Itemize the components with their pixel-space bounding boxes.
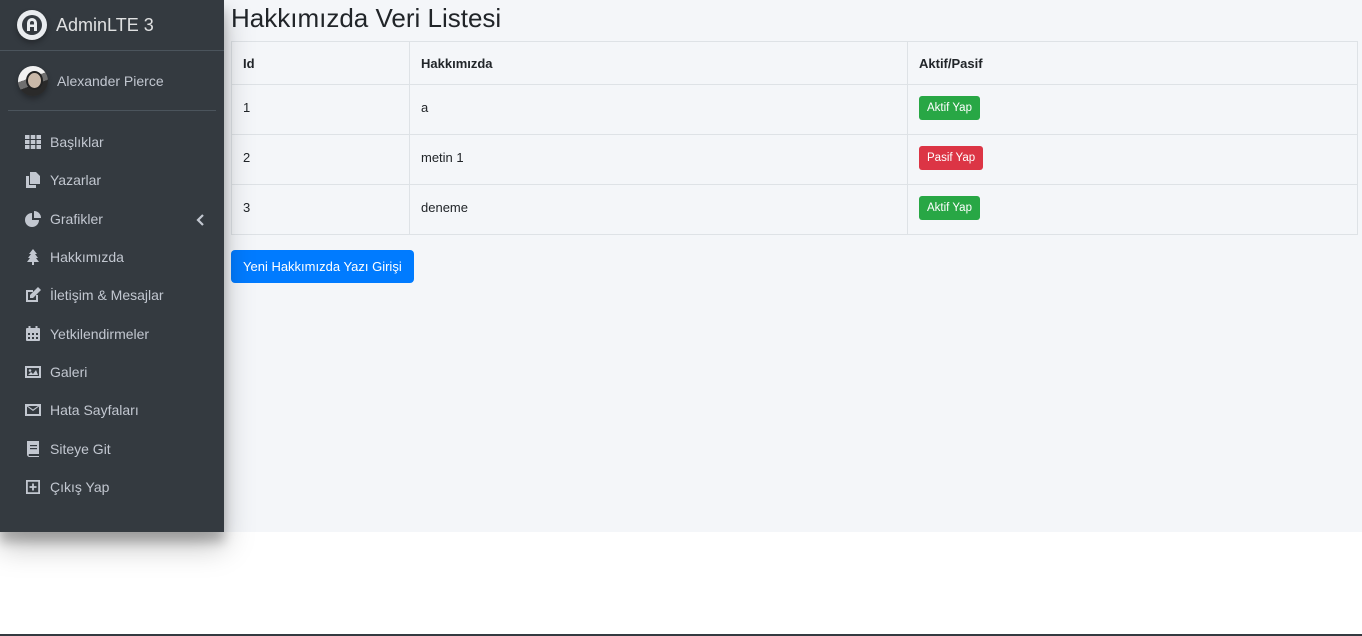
column-header-hakkimizda: Hakkımızda xyxy=(409,41,908,85)
sidebar-item-label: Galeri xyxy=(50,363,88,380)
plus-square-icon xyxy=(24,478,42,496)
envelope-icon xyxy=(24,401,42,419)
table-row: 2 metin 1 Pasif Yap xyxy=(231,134,1358,185)
sidebar-menu: Başlıklar Yazarlar Grafikler Hakkımızda … xyxy=(0,123,224,506)
page-title: Hakkımızda Veri Listesi xyxy=(231,3,502,33)
sidebar-item-cikis-yap[interactable]: Çıkış Yap xyxy=(8,468,216,506)
table-row: 1 a Aktif Yap xyxy=(231,84,1358,135)
cell-id: 1 xyxy=(231,84,410,135)
new-about-entry-button[interactable]: Yeni Hakkımızda Yazı Girişi xyxy=(231,250,414,283)
cell-id: 3 xyxy=(231,184,410,235)
cell-action: Pasif Yap xyxy=(907,134,1358,185)
sidebar-item-siteye-git[interactable]: Siteye Git xyxy=(8,429,216,467)
main-sidebar: AdminLTE 3 Alexander Pierce Başlıklar Ya… xyxy=(0,0,224,532)
user-name[interactable]: Alexander Pierce xyxy=(57,73,164,89)
user-panel[interactable]: Alexander Pierce xyxy=(8,51,216,111)
book-icon xyxy=(24,440,42,458)
cell-id: 2 xyxy=(231,134,410,185)
aktif-yap-button[interactable]: Aktif Yap xyxy=(919,96,980,120)
cell-text: deneme xyxy=(409,184,908,235)
column-header-id: Id xyxy=(231,41,410,85)
sidebar-item-galeri[interactable]: Galeri xyxy=(8,353,216,391)
about-table: Id Hakkımızda Aktif/Pasif 1 a Aktif Yap … xyxy=(231,41,1358,235)
sidebar-item-yetkilendirmeler[interactable]: Yetkilendirmeler xyxy=(8,314,216,352)
table-row: 3 deneme Aktif Yap xyxy=(231,184,1358,235)
cell-text: a xyxy=(409,84,908,135)
app-wrapper: AdminLTE 3 Alexander Pierce Başlıklar Ya… xyxy=(0,0,1362,532)
content-wrapper: Hakkımızda Veri Listesi Id Hakkımızda Ak… xyxy=(231,0,1358,283)
tree-icon xyxy=(24,248,42,266)
sidebar-item-label: Başlıklar xyxy=(50,134,104,151)
pasif-yap-button[interactable]: Pasif Yap xyxy=(919,146,984,170)
column-header-aktif-pasif: Aktif/Pasif xyxy=(907,41,1358,85)
cell-action: Aktif Yap xyxy=(907,84,1358,135)
edit-icon xyxy=(24,286,42,304)
sidebar-item-label: Yetkilendirmeler xyxy=(50,325,150,342)
sidebar-item-label: İletişim & Mesajlar xyxy=(50,287,164,304)
brand-text: AdminLTE 3 xyxy=(56,14,154,35)
sidebar-item-label: Hakkımızda xyxy=(50,249,124,266)
sidebar-item-iletisim[interactable]: İletişim & Mesajlar xyxy=(8,276,216,314)
copy-icon xyxy=(24,171,42,189)
image-icon xyxy=(24,363,42,381)
sidebar-item-grafikler[interactable]: Grafikler xyxy=(8,200,216,238)
sidebar-item-basliklar[interactable]: Başlıklar xyxy=(8,123,216,161)
table-header-row: Id Hakkımızda Aktif/Pasif xyxy=(231,41,1358,85)
sidebar-item-label: Yazarlar xyxy=(50,172,102,189)
adminlte-logo-icon xyxy=(17,10,47,40)
chevron-left-icon[interactable] xyxy=(196,213,204,226)
brand-link[interactable]: AdminLTE 3 xyxy=(0,0,224,51)
sidebar-item-label: Çıkış Yap xyxy=(50,478,110,495)
th-icon xyxy=(24,133,42,151)
cell-text: metin 1 xyxy=(409,134,908,185)
calendar-icon xyxy=(24,325,42,343)
sidebar-item-hakkimizda[interactable]: Hakkımızda xyxy=(8,238,216,276)
cell-action: Aktif Yap xyxy=(907,184,1358,235)
sidebar-item-yazarlar[interactable]: Yazarlar xyxy=(8,161,216,199)
chart-pie-icon xyxy=(24,210,42,228)
sidebar-item-label: Siteye Git xyxy=(50,440,111,457)
sidebar-item-label: Grafikler xyxy=(50,210,103,227)
sidebar-item-label: Hata Sayfaları xyxy=(50,402,139,419)
user-avatar xyxy=(18,65,48,96)
sidebar-item-hata-sayfalari[interactable]: Hata Sayfaları xyxy=(8,391,216,429)
aktif-yap-button[interactable]: Aktif Yap xyxy=(919,196,980,220)
